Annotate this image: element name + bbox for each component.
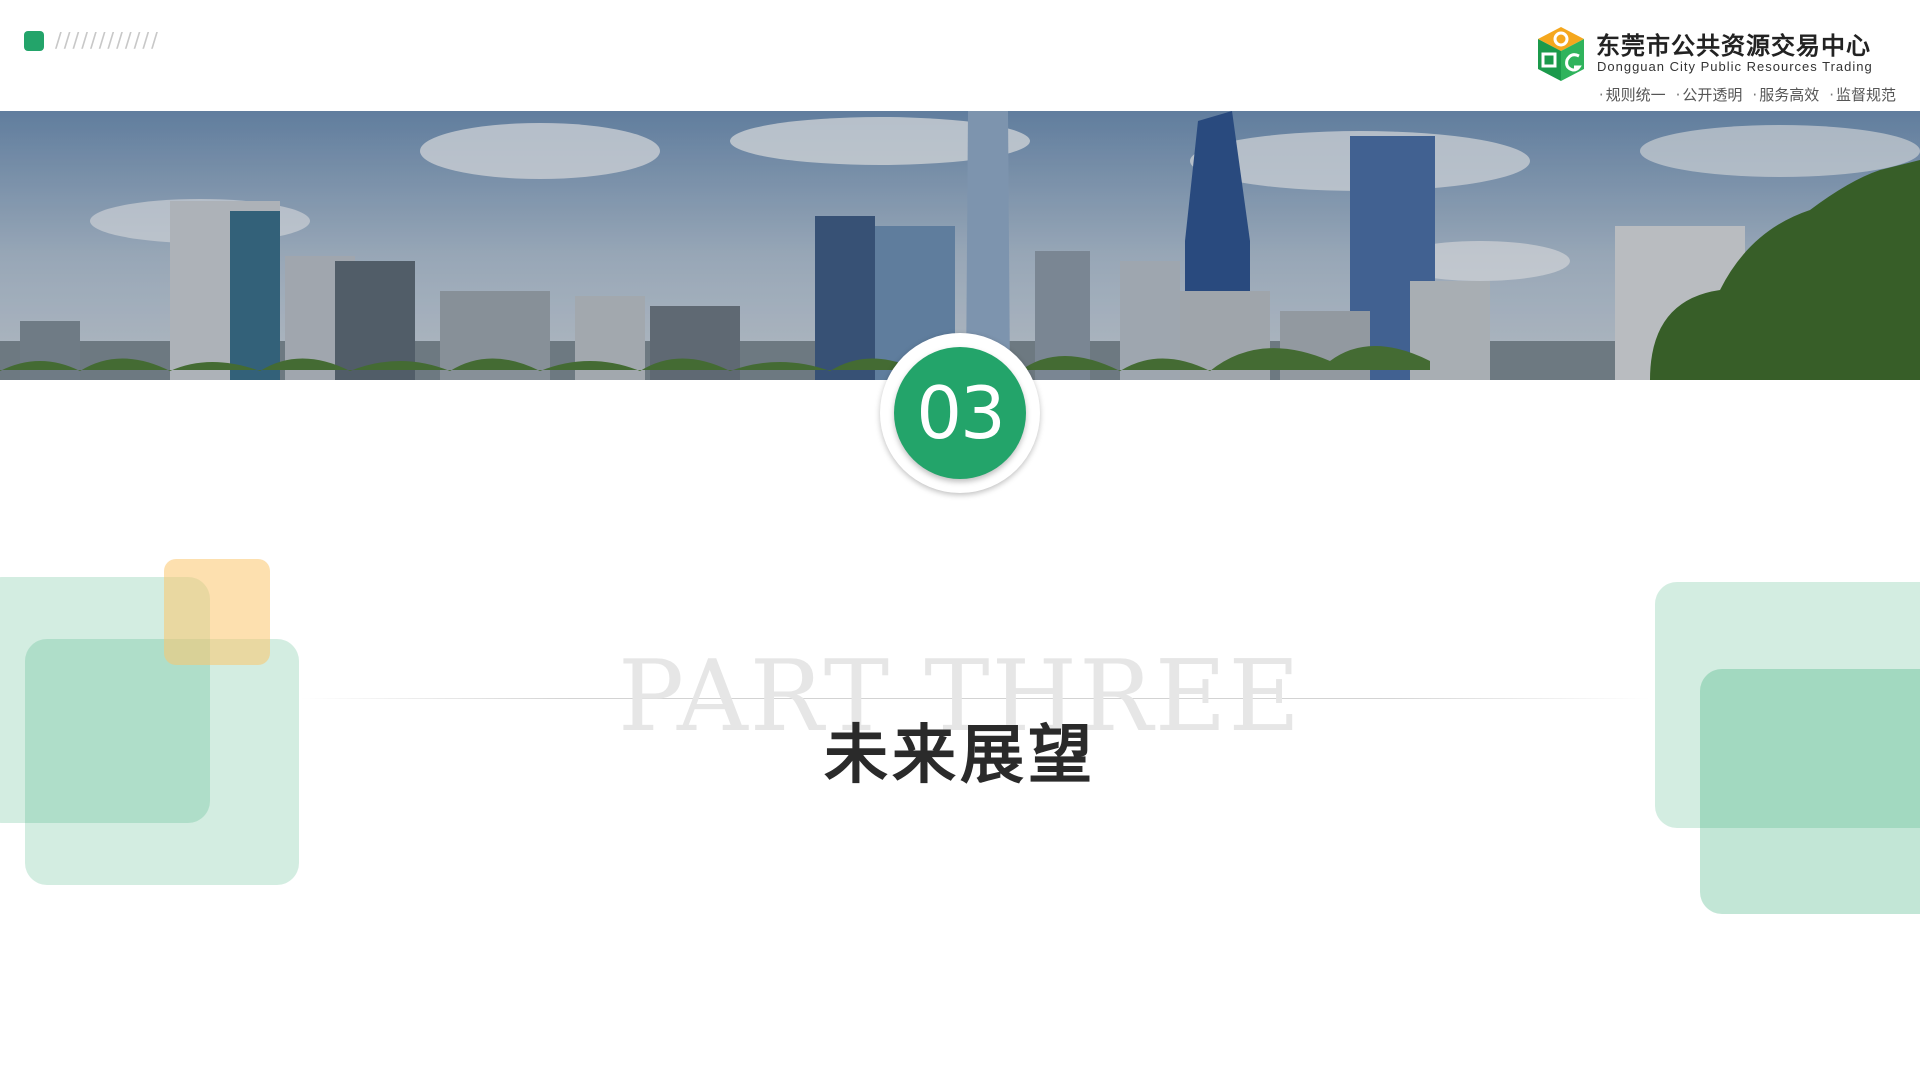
section-number: 03 (894, 347, 1026, 479)
section-title: 未来展望 (824, 719, 1096, 793)
slogan-list: 规则统一 公开透明 服务高效 监督规范 (1599, 84, 1896, 105)
slogan-item: 监督规范 (1829, 84, 1896, 105)
slogan-item: 公开透明 (1676, 84, 1742, 105)
corner-slashes-decoration: //////////// (55, 28, 160, 52)
logo-name-en: Dongguan City Public Resources Trading (1597, 59, 1873, 74)
corner-square-icon (24, 31, 44, 51)
logo-block: 东莞市公共资源交易中心 Dongguan City Public Resourc… (1536, 24, 1896, 106)
dggzy-logo-icon (1538, 27, 1584, 81)
slogan-item: 规则统一 (1599, 84, 1666, 105)
section-number-badge: 03 (880, 333, 1040, 493)
slide: //////////// 东莞市公共资源交易中心 Dongguan City P… (0, 0, 1920, 1080)
logo-name-cn: 东莞市公共资源交易中心 (1596, 31, 1871, 60)
slogan-item: 服务高效 (1752, 84, 1819, 105)
